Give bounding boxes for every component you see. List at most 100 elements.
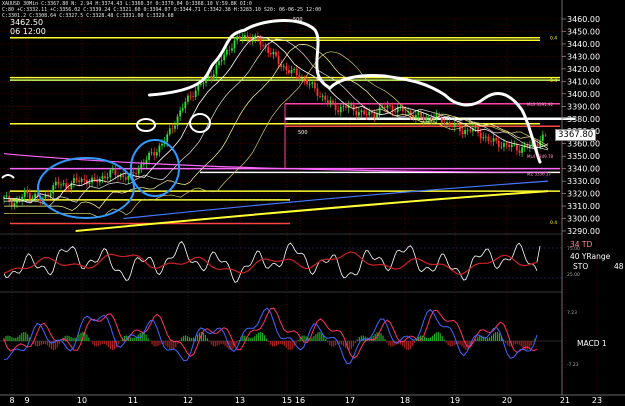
candle-body xyxy=(277,55,280,65)
price-tick-label: 3420.00 xyxy=(567,65,600,74)
candle-body xyxy=(301,77,303,80)
candle-body xyxy=(368,111,371,116)
candle-body xyxy=(78,180,81,182)
candle-body xyxy=(49,193,52,197)
candle-body xyxy=(153,152,156,156)
candle-body xyxy=(220,60,223,62)
candle-body xyxy=(228,49,231,51)
candle-body xyxy=(427,117,430,119)
candle-body xyxy=(26,190,29,194)
candle-body xyxy=(168,128,171,135)
price-tick-label: 3320.00 xyxy=(567,190,600,199)
candle-body xyxy=(212,74,215,79)
ml-level-label: ML3 3391.92 xyxy=(527,102,553,107)
indicator-tick-label: -7.23 xyxy=(567,362,579,368)
candle-body xyxy=(179,110,182,117)
candle-body xyxy=(352,104,355,111)
candle-body xyxy=(484,136,487,138)
cursor-time: 06 12:00 xyxy=(10,27,46,36)
candle-body xyxy=(495,138,498,141)
candle-body xyxy=(166,134,169,142)
time-tick-label: 21 xyxy=(560,396,570,405)
candle-body xyxy=(60,184,62,186)
candle-body xyxy=(508,144,511,148)
price-tick-label: 3300.00 xyxy=(567,215,600,224)
candle-body xyxy=(469,129,472,132)
cursor-price: 3462.50 xyxy=(10,18,44,27)
time-tick-label: 8 xyxy=(9,396,14,405)
candle-body xyxy=(500,146,503,148)
time-tick-label: 13 xyxy=(235,396,245,405)
candle-body xyxy=(505,143,508,145)
candle-body xyxy=(474,126,477,129)
candle-body xyxy=(497,140,500,147)
time-tick-label: 10 xyxy=(77,396,87,405)
candle-body xyxy=(109,170,112,178)
candle-body xyxy=(342,106,345,108)
price-tick-label: 3390.00 xyxy=(567,102,600,111)
time-tick-label: 12 xyxy=(183,396,193,405)
candle-body xyxy=(513,144,516,146)
candle-body xyxy=(241,37,244,39)
candle-body xyxy=(187,95,189,102)
ml-level-label: ML4 3349.78 xyxy=(527,154,553,159)
price-tick-label: 3350.00 xyxy=(567,152,600,161)
candle-body xyxy=(326,100,329,103)
candle-body xyxy=(435,113,438,118)
price-tick-label: 3310.00 xyxy=(567,202,600,211)
candle-body xyxy=(417,112,420,115)
candle-body xyxy=(199,84,202,86)
indicator-tick-label: 25.00 xyxy=(567,272,580,278)
candle-body xyxy=(202,82,205,85)
time-tick-label: 20 xyxy=(502,396,512,405)
candle-body xyxy=(150,152,153,154)
candle-body xyxy=(67,187,70,190)
candle-body xyxy=(490,140,492,142)
td-label: 34 TD xyxy=(570,240,593,249)
candle-body xyxy=(192,96,195,97)
candle-body xyxy=(298,75,301,80)
price-tick-label: 3460.00 xyxy=(567,15,600,24)
candle-body xyxy=(288,70,290,74)
candle-body xyxy=(269,52,272,55)
candle-body xyxy=(295,68,298,76)
candle-body xyxy=(482,137,485,139)
candle-body xyxy=(386,105,389,108)
candle-body xyxy=(171,128,174,130)
candle-body xyxy=(122,175,125,178)
candle-body xyxy=(31,197,34,200)
price-tick-label: 3340.00 xyxy=(567,165,600,174)
candle-body xyxy=(65,183,68,188)
candle-body xyxy=(62,183,65,185)
candle-body xyxy=(127,175,130,180)
current-price-tag: 3367.80 xyxy=(555,129,597,141)
price-tick-label: 3360.00 xyxy=(567,140,600,149)
candle-body xyxy=(106,177,109,179)
trading-chart[interactable]: 500 500 0.4 0.4 0.4 ML3 3391.92 ML4 3349.78 MZ … xyxy=(0,0,625,406)
candle-body xyxy=(394,111,397,113)
candle-body xyxy=(430,117,433,121)
price-tick-label: 3330.00 xyxy=(567,177,600,186)
candle-body xyxy=(189,95,192,97)
time-tick-label: 9 xyxy=(24,396,29,405)
candle-body xyxy=(373,113,376,118)
candle-body xyxy=(316,88,319,96)
candle-body xyxy=(267,46,270,53)
candle-body xyxy=(13,203,16,207)
candle-body xyxy=(218,61,220,66)
candle-body xyxy=(350,104,353,106)
candle-body xyxy=(5,195,8,197)
candle-body xyxy=(466,129,469,131)
yrange-label: 40 YRange xyxy=(570,252,611,261)
candle-body xyxy=(161,143,163,146)
candle-body xyxy=(360,110,363,113)
indicator-tick-label: 7.23 xyxy=(567,310,577,316)
candle-body xyxy=(443,122,446,124)
candle-body xyxy=(337,110,340,113)
candle-body xyxy=(176,116,179,126)
candle-body xyxy=(290,69,293,74)
candle-body xyxy=(135,173,138,174)
candle-body xyxy=(479,132,482,139)
time-tick-label: 17 xyxy=(345,396,355,405)
candle-body xyxy=(225,49,228,55)
